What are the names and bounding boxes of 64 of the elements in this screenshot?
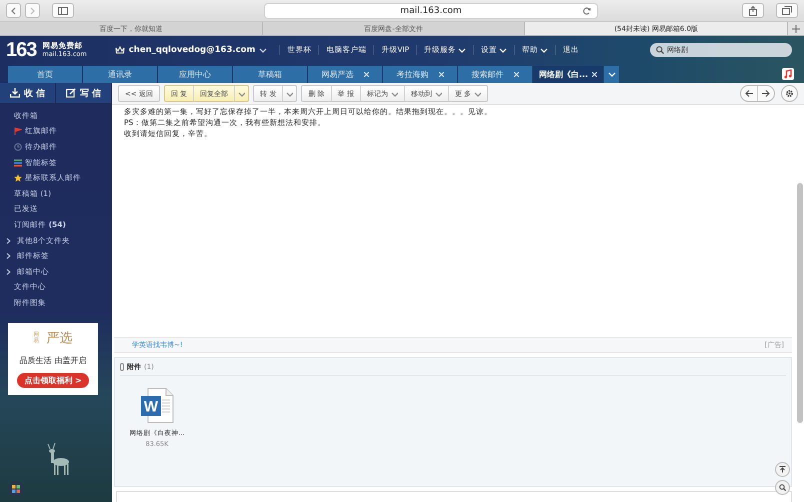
nav-tab[interactable]: 通讯录 — [83, 66, 157, 83]
share-button[interactable] — [742, 3, 764, 18]
caret-icon — [608, 71, 616, 78]
apps-button[interactable] — [8, 481, 24, 497]
tabs-icon — [782, 6, 792, 15]
nav-tab[interactable]: 考拉海购 — [383, 66, 457, 83]
ad-brand: 严选 — [46, 330, 72, 348]
crown-icon — [114, 46, 125, 54]
left-arrow-icon — [745, 90, 753, 97]
address-bar[interactable]: mail.163.com — [264, 2, 598, 18]
back-button[interactable] — [6, 3, 21, 18]
account-name[interactable]: chen_qqlovedog@163.com — [128, 45, 256, 55]
nav-tab[interactable]: 草稿箱 — [233, 66, 307, 83]
caret-icon — [434, 90, 442, 96]
close-icon[interactable] — [592, 72, 598, 77]
nav-tab[interactable]: 首页 — [8, 66, 82, 83]
caret-icon[interactable] — [259, 46, 268, 54]
forward-icon — [29, 6, 36, 14]
paperclip-icon — [120, 362, 124, 370]
download-icon — [10, 88, 20, 98]
nav-tab[interactable]: 网络剧《白... — [533, 66, 603, 83]
star-icon — [14, 174, 22, 182]
music-icon[interactable] — [782, 68, 794, 80]
clock-icon — [14, 142, 22, 151]
settings-button[interactable] — [781, 85, 798, 102]
chevron-icon[interactable] — [6, 253, 11, 260]
close-icon[interactable] — [364, 72, 368, 77]
tabs-overview-button[interactable] — [776, 3, 798, 18]
logo-number: 163 — [6, 38, 36, 62]
arrow-up-icon — [779, 466, 786, 473]
caret-icon — [238, 90, 246, 96]
caret-icon — [286, 90, 294, 96]
quick-reply-field[interactable] — [116, 491, 792, 502]
caret-icon — [499, 46, 508, 54]
caret-icon — [458, 46, 466, 54]
ad-slogan: 品质生活 由盖开启 — [20, 354, 86, 366]
ad-cta-button[interactable]: 点击领取福利 > — [17, 373, 89, 388]
chevron-icon[interactable] — [6, 238, 11, 244]
nav-tab[interactable]: 网易严选 — [308, 66, 382, 83]
nav-tab[interactable]: 应用中心 — [158, 66, 232, 83]
edit-icon — [66, 88, 76, 98]
tags-icon — [14, 158, 22, 167]
more-tabs-button[interactable] — [604, 66, 619, 83]
flag-icon — [14, 127, 22, 136]
sidebar-button[interactable] — [52, 3, 74, 18]
search-icon — [656, 46, 664, 54]
grid-icon — [12, 485, 20, 493]
right-arrow-icon — [762, 90, 770, 97]
caret-icon — [540, 46, 548, 54]
chevron-icon[interactable] — [6, 268, 11, 275]
share-icon — [749, 6, 757, 16]
new-tab-icon[interactable] — [792, 24, 800, 32]
close-icon[interactable] — [438, 72, 444, 77]
settings-icon — [785, 89, 794, 98]
nav-tab[interactable]: 搜索邮件 — [458, 66, 532, 83]
caret-icon — [390, 90, 398, 96]
zoom-icon — [779, 484, 786, 491]
reload-icon[interactable] — [583, 6, 591, 14]
sidebar-icon — [58, 6, 68, 14]
sidebar-button[interactable]: 收 信 — [0, 83, 56, 103]
caret-icon — [474, 90, 482, 96]
close-icon[interactable] — [514, 72, 518, 77]
scrollbar[interactable] — [797, 183, 803, 423]
back-icon — [10, 6, 17, 14]
